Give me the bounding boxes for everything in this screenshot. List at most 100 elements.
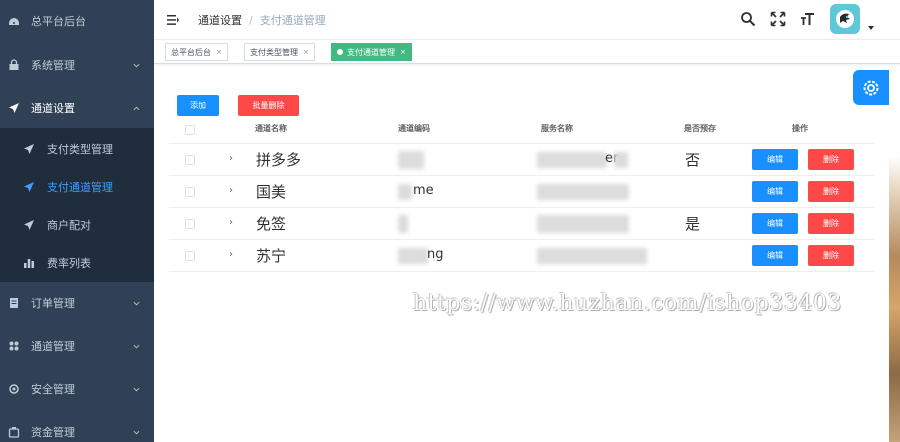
wallet-icon (8, 426, 20, 438)
edit-button[interactable]: 编辑 (752, 149, 798, 170)
dashboard-icon (8, 15, 20, 27)
search-icon[interactable] (740, 11, 756, 27)
row-checkbox[interactable] (185, 187, 195, 197)
avatar[interactable] (830, 4, 860, 34)
channel-name: 苏宁 (256, 247, 287, 265)
sidebar-item-label: 通道管理 (31, 340, 75, 353)
tag-payment-types[interactable]: 支付类型管理 × (244, 43, 315, 61)
delete-button[interactable]: 删除 (808, 245, 854, 266)
tag-label: 支付通道管理 (347, 47, 395, 57)
sidebar-item-label: 费率列表 (47, 257, 91, 270)
breadcrumb: 通道设置 / 支付通道管理 (198, 12, 326, 28)
sidebar-item-channel-management[interactable]: 通道管理 (0, 335, 154, 357)
chevron-down-icon (133, 387, 140, 391)
watermark: https://www.huzhan.com/ishop33403 (413, 291, 842, 316)
gear-icon (8, 383, 20, 395)
send-icon (23, 219, 35, 231)
expand-icon[interactable]: › (229, 217, 233, 228)
sidebar-item-system[interactable]: 系统管理 (0, 54, 154, 76)
chevron-down-icon (133, 344, 140, 348)
submenu: 支付类型管理 支付通道管理 商户配对 费率列表 (0, 128, 154, 282)
sidebar-item-label: 通道设置 (31, 102, 75, 115)
add-button[interactable]: 添加 (177, 95, 219, 116)
send-icon (8, 102, 20, 114)
send-icon (23, 143, 35, 155)
delete-button[interactable]: 删除 (808, 149, 854, 170)
sidebar-item-label: 商户配对 (47, 219, 91, 232)
chevron-up-icon (133, 106, 140, 110)
caret-down-icon[interactable] (868, 26, 874, 30)
gear-icon (863, 80, 879, 95)
tag-dashboard[interactable]: 总平台后台 × (165, 43, 228, 61)
sidebar-item-channel-settings[interactable]: 通道设置 (0, 97, 154, 119)
delete-button[interactable]: 删除 (808, 181, 854, 202)
settings-button[interactable] (853, 70, 889, 105)
sidebar-item-funds[interactable]: 资金管理 (0, 421, 154, 442)
expand-icon[interactable]: › (229, 185, 233, 196)
redacted-code (398, 248, 428, 264)
fullscreen-icon[interactable] (770, 11, 786, 27)
table-header: 通道名称 通道编码 服务名称 是否预存 操作 (169, 118, 874, 144)
bar-chart-icon (23, 257, 35, 269)
font-size-icon[interactable] (800, 11, 816, 27)
column-header: 操作 (792, 124, 808, 133)
sidebar-item-security[interactable]: 安全管理 (0, 378, 154, 400)
document-icon (8, 297, 20, 309)
redacted-code (398, 215, 408, 233)
sidebar-item-label: 资金管理 (31, 426, 75, 439)
chevron-down-icon (133, 430, 140, 434)
hamburger-icon[interactable] (166, 13, 180, 27)
edit-button[interactable]: 编辑 (752, 213, 798, 234)
sidebar-item-payment-channels[interactable]: 支付通道管理 (0, 168, 154, 206)
table-row: › 免签 是 编辑 删除 (169, 208, 874, 240)
redacted-service (537, 248, 647, 264)
tag-label: 总平台后台 (171, 47, 211, 57)
delete-button[interactable]: 删除 (808, 213, 854, 234)
avatar-image-icon (836, 10, 854, 28)
batch-delete-button[interactable]: 批量删除 (238, 95, 299, 116)
active-dot-icon (337, 49, 343, 55)
sidebar-item-orders[interactable]: 订单管理 (0, 292, 154, 314)
column-header: 通道名称 (255, 124, 287, 133)
edit-button[interactable]: 编辑 (752, 245, 798, 266)
sidebar-item-merchant-pairing[interactable]: 商户配对 (0, 206, 154, 244)
sidebar-item-rate-list[interactable]: 费率列表 (0, 244, 154, 282)
column-header: 通道编码 (398, 124, 430, 133)
edit-button[interactable]: 编辑 (752, 181, 798, 202)
channel-code-fragment: ng (427, 247, 444, 262)
table-row: › 国美 me 编辑 删除 (169, 176, 874, 208)
row-checkbox[interactable] (185, 219, 195, 229)
sidebar-item-label: 安全管理 (31, 383, 75, 396)
redacted-service (614, 152, 628, 168)
sidebar-item-payment-types[interactable]: 支付类型管理 (0, 130, 154, 168)
chevron-down-icon (133, 63, 140, 67)
channel-code-fragment: me (413, 183, 434, 198)
background-edge (889, 105, 900, 442)
row-checkbox[interactable] (185, 155, 195, 165)
sidebar: 总平台后台 系统管理 通道设置 支付类型管理 支付通道管理 商户配对 费率列表 … (0, 0, 154, 442)
column-header: 是否预存 (684, 124, 716, 133)
tag-label: 支付类型管理 (250, 47, 298, 57)
channel-name: 免签 (256, 215, 287, 233)
sidebar-item-label: 支付类型管理 (47, 143, 113, 156)
send-icon (23, 181, 35, 193)
column-header: 服务名称 (541, 124, 573, 133)
sidebar-item-label: 支付通道管理 (47, 181, 113, 194)
select-all-checkbox[interactable] (185, 125, 195, 135)
close-icon[interactable]: × (400, 48, 406, 56)
breadcrumb-item[interactable]: 通道设置 (198, 14, 242, 27)
sidebar-item-dashboard[interactable]: 总平台后台 (0, 10, 154, 32)
prestore-value: 否 (685, 151, 701, 169)
tag-payment-channels[interactable]: 支付通道管理 × (331, 43, 412, 61)
grid-icon (8, 340, 20, 352)
expand-icon[interactable]: › (229, 249, 233, 260)
redacted-code (398, 151, 424, 169)
sidebar-item-label: 订单管理 (31, 297, 75, 310)
table-row: › 苏宁 ng 编辑 删除 (169, 240, 874, 272)
row-checkbox[interactable] (185, 251, 195, 261)
close-icon[interactable]: × (216, 48, 222, 56)
close-icon[interactable]: × (303, 48, 309, 56)
expand-icon[interactable]: › (229, 153, 233, 164)
redacted-service (537, 215, 629, 233)
breadcrumb-separator: / (249, 14, 253, 27)
